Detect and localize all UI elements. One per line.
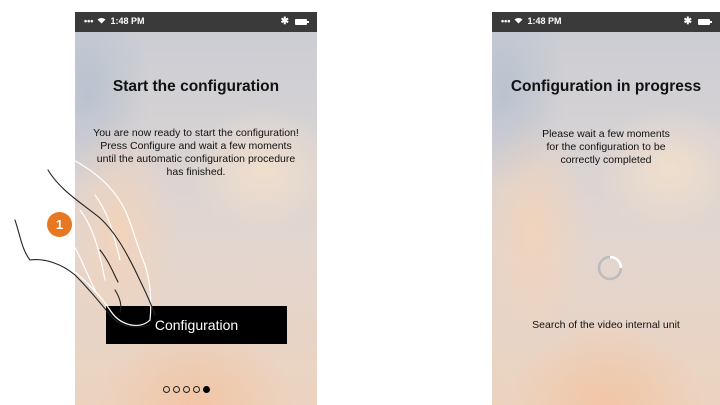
status-bar: ••• 1:48 PM ✱ <box>75 12 317 32</box>
step-number-badge: 1 <box>47 212 72 237</box>
status-time: 1:48 PM <box>110 16 145 26</box>
page-dot <box>183 386 190 393</box>
page-title: Start the configuration <box>112 78 280 95</box>
battery-icon <box>698 18 712 25</box>
wait-message: Please wait a few moments for the config… <box>542 128 670 166</box>
wifi-icon <box>97 16 106 26</box>
page-indicator <box>163 386 210 393</box>
page-dot-active <box>203 386 210 393</box>
wifi-icon <box>514 16 523 26</box>
signal-icon: ••• <box>84 16 94 26</box>
bluetooth-icon: ✱ <box>280 16 289 27</box>
battery-icon <box>295 18 309 25</box>
configuration-progress-screen: ••• 1:48 PM ✱ Configuration in progress … <box>492 12 720 405</box>
page-dot <box>193 386 200 393</box>
loading-spinner-icon <box>597 255 623 281</box>
page-dot <box>173 386 180 393</box>
page-dot <box>163 386 170 393</box>
signal-icon: ••• <box>501 16 511 26</box>
bluetooth-icon: ✱ <box>683 16 692 27</box>
status-bar: ••• 1:48 PM ✱ <box>492 12 720 32</box>
search-status-text: Search of the video internal unit <box>532 319 680 331</box>
pointing-hand-illustration <box>14 149 156 328</box>
status-time: 1:48 PM <box>527 16 562 26</box>
page-title: Configuration in progress <box>510 78 702 95</box>
